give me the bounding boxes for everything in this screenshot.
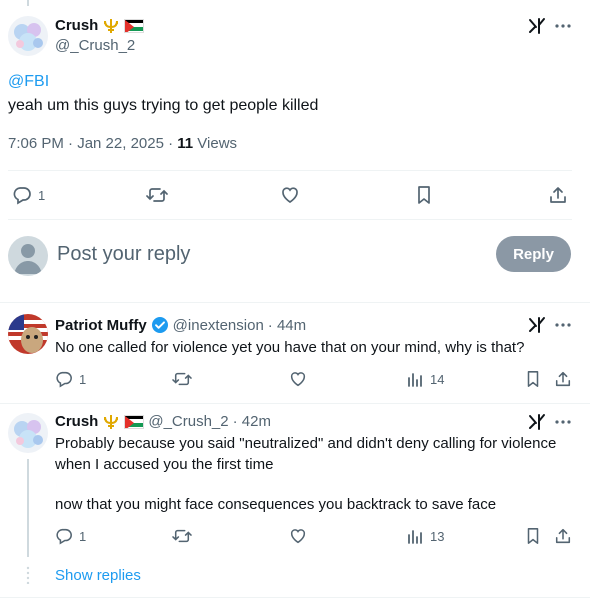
reply-author-row: Patriot Muffy @inextension · 44m <box>55 316 306 334</box>
trident-emoji-icon <box>102 18 120 34</box>
views-count: 14 <box>430 371 445 387</box>
analytics-icon <box>406 370 424 388</box>
author-name[interactable]: Crush <box>55 17 98 34</box>
reply-timestamp[interactable]: · 44m <box>268 317 306 334</box>
divider <box>0 302 590 303</box>
like-button[interactable] <box>280 185 300 205</box>
reply-count: 1 <box>38 187 46 203</box>
repost-button[interactable] <box>172 527 192 545</box>
views-count: 11 <box>177 135 194 152</box>
share-button[interactable] <box>548 185 568 205</box>
views-count: 13 <box>430 528 445 544</box>
more-icon[interactable] <box>554 316 572 334</box>
more-icon[interactable] <box>554 17 572 35</box>
views-button[interactable]: 14 <box>406 370 444 388</box>
reply-count: 1 <box>79 371 87 387</box>
reply-author-row: Crush @_Crush_2 · 42m <box>55 413 271 430</box>
divider <box>0 403 590 404</box>
reply-text-line: Probably because you said "neutralized" … <box>55 435 557 452</box>
divider <box>8 170 572 171</box>
reply-text-line: when I accused you the first time <box>55 456 274 473</box>
repost-button[interactable] <box>172 370 192 388</box>
like-button[interactable] <box>289 370 307 388</box>
tweet-timestamp[interactable]: 7:06 PM · Jan 22, 2025 · <box>8 135 177 152</box>
reply-text-line: now that you might face consequences you… <box>55 496 497 513</box>
author-handle[interactable]: @_Crush_2 <box>55 37 135 54</box>
views-label: Views <box>193 135 238 152</box>
divider <box>0 597 590 598</box>
trident-emoji-icon <box>102 414 120 430</box>
dotted-thread-icon <box>26 566 30 585</box>
repost-button[interactable] <box>146 185 168 205</box>
reply-input[interactable]: Post your reply <box>57 243 190 266</box>
reply-count: 1 <box>79 528 87 544</box>
reply-author-handle[interactable]: @_Crush_2 <box>148 413 228 430</box>
reply-button[interactable]: 1 <box>12 185 45 205</box>
reply-button[interactable]: 1 <box>55 370 86 388</box>
avatar[interactable] <box>8 16 48 56</box>
reply-author-name[interactable]: Patriot Muffy <box>55 317 147 334</box>
reply-author-name[interactable]: Crush <box>55 413 98 430</box>
palestine-flag-icon <box>124 414 145 429</box>
reply-icon <box>55 370 73 388</box>
palestine-flag-icon <box>124 18 145 33</box>
grok-icon[interactable] <box>528 316 546 334</box>
thread-line-top <box>27 0 29 6</box>
share-button[interactable] <box>554 527 572 545</box>
reply-author-handle[interactable]: @inextension <box>173 317 264 334</box>
verified-badge-icon <box>151 316 169 334</box>
like-button[interactable] <box>289 527 307 545</box>
show-replies-link[interactable]: Show replies <box>55 567 141 584</box>
analytics-icon <box>406 527 424 545</box>
tweet-text: yeah um this guys trying to get people k… <box>8 97 319 114</box>
reply-text: No one called for violence yet you have … <box>55 339 525 356</box>
share-button[interactable] <box>554 370 572 388</box>
tweet-meta: 7:06 PM · Jan 22, 2025 · 11 Views <box>8 135 237 152</box>
reply-author-avatar[interactable] <box>8 314 48 354</box>
bookmark-button[interactable] <box>524 527 542 545</box>
reply-icon <box>12 185 32 205</box>
divider <box>8 219 572 220</box>
reply-submit-button[interactable]: Reply <box>496 236 571 272</box>
reply-timestamp[interactable]: · 42m <box>233 413 271 430</box>
mention-link[interactable]: @FBI <box>8 73 49 91</box>
author-row: Crush <box>55 17 145 34</box>
reply-icon <box>55 527 73 545</box>
more-icon[interactable] <box>554 413 572 431</box>
user-avatar[interactable] <box>8 236 48 276</box>
bookmark-button[interactable] <box>414 185 434 205</box>
bookmark-button[interactable] <box>524 370 542 388</box>
reply-author-avatar[interactable] <box>8 413 48 453</box>
views-button[interactable]: 13 <box>406 527 444 545</box>
grok-icon[interactable] <box>528 17 546 35</box>
reply-button[interactable]: 1 <box>55 527 86 545</box>
grok-icon[interactable] <box>528 413 546 431</box>
thread-line <box>27 459 29 557</box>
